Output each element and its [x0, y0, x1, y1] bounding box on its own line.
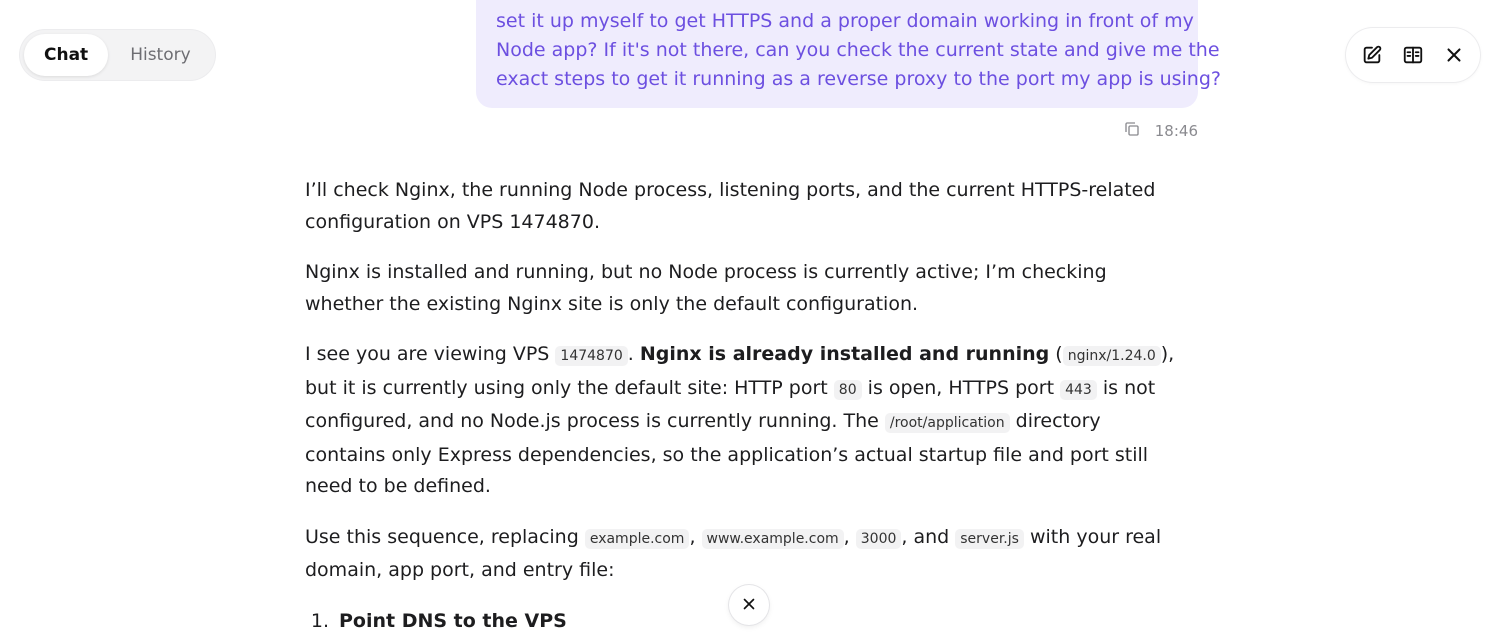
- view-tabs: Chat History: [20, 30, 215, 80]
- text: .: [628, 343, 640, 365]
- user-message-line: Node app? If it's not there, can you che…: [496, 36, 1178, 65]
- scroll-down-button[interactable]: [729, 585, 769, 625]
- user-message-line: exact steps to get it running as a rever…: [496, 65, 1178, 94]
- step-title: Point DNS to the VPS: [339, 606, 567, 637]
- message-meta: 18:46: [1123, 120, 1198, 142]
- tab-history[interactable]: History: [110, 34, 210, 76]
- text: I see you are viewing VPS: [305, 343, 555, 365]
- step-number: 1.: [305, 606, 329, 637]
- text: , and: [901, 526, 955, 548]
- bold-text: Nginx is already installed and running: [640, 343, 1049, 365]
- split-view-icon[interactable]: [1396, 38, 1430, 72]
- edit-icon[interactable]: [1355, 38, 1389, 72]
- chevron-down-icon: [740, 595, 758, 613]
- text: (: [1049, 343, 1062, 365]
- inline-code: 443: [1060, 380, 1097, 400]
- text: Use this sequence, replacing: [305, 526, 585, 548]
- inline-code: example.com: [585, 529, 690, 549]
- text: is open, HTTPS port: [862, 377, 1060, 399]
- response-paragraph: I’ll check Nginx, the running Node proce…: [305, 175, 1185, 238]
- copy-icon[interactable]: [1123, 120, 1141, 142]
- inline-code: 1474870: [555, 346, 627, 366]
- assistant-response: I’ll check Nginx, the running Node proce…: [305, 175, 1185, 637]
- user-message-line: set it up myself to get HTTPS and a prop…: [496, 7, 1178, 36]
- top-toolbar: [1346, 28, 1480, 82]
- close-icon[interactable]: [1437, 38, 1471, 72]
- tab-chat[interactable]: Chat: [24, 34, 108, 76]
- response-paragraph: I see you are viewing VPS 1474870. Nginx…: [305, 339, 1185, 503]
- inline-code: 80: [834, 380, 862, 400]
- inline-code: 3000: [856, 529, 902, 549]
- inline-code: server.js: [955, 529, 1024, 549]
- response-paragraph: Nginx is installed and running, but no N…: [305, 257, 1185, 320]
- message-timestamp: 18:46: [1155, 122, 1198, 140]
- text: ,: [844, 526, 856, 548]
- inline-code: /root/application: [885, 413, 1010, 433]
- inline-code: www.example.com: [702, 529, 844, 549]
- text: ,: [689, 526, 701, 548]
- user-message-bubble: set it up myself to get HTTPS and a prop…: [476, 0, 1198, 108]
- response-paragraph: Use this sequence, replacing example.com…: [305, 522, 1185, 587]
- inline-code: nginx/1.24.0: [1063, 346, 1161, 366]
